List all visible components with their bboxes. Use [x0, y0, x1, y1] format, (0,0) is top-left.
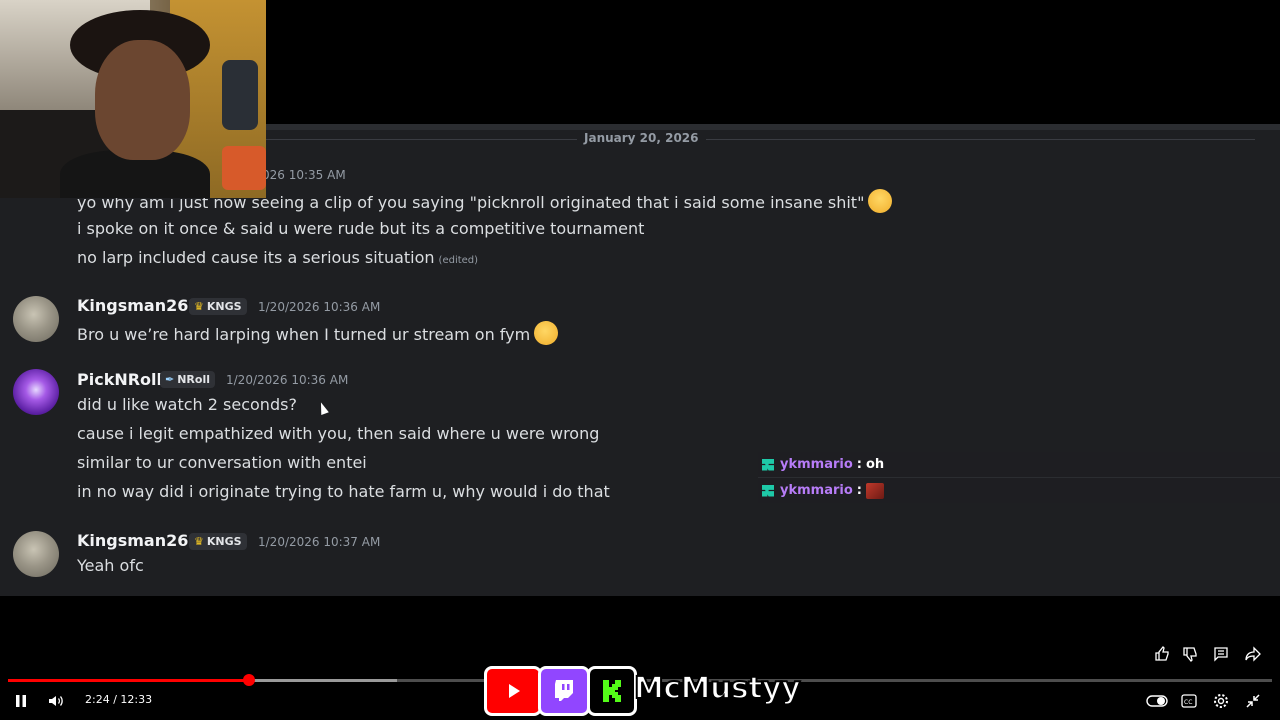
- youtube-icon: [509, 684, 520, 698]
- chat-badge-icon: [762, 484, 774, 497]
- thumbs-up-icon: [1155, 646, 1169, 661]
- date-divider-label: January 20, 2026: [577, 131, 706, 145]
- message-line: in no way did i originate trying to hate…: [77, 482, 610, 501]
- chat-emote-icon: [866, 482, 884, 499]
- webcam-overlay: [0, 0, 266, 198]
- toggle-icon: [1146, 695, 1168, 707]
- chat-username: ykmmario: [780, 457, 853, 472]
- message-line: Yeah ofc: [77, 556, 144, 575]
- edited-label: (edited): [438, 255, 479, 266]
- chat-text: oh: [866, 457, 885, 472]
- gear-icon: [1214, 694, 1228, 708]
- message-line: i spoke on it once & said u were rude bu…: [77, 219, 645, 238]
- dislike-button[interactable]: [1180, 644, 1200, 664]
- settings-button[interactable]: [1210, 691, 1232, 711]
- chat-username: ykmmario: [780, 483, 853, 498]
- date-divider-line: [260, 139, 1255, 140]
- chat-badge-icon: [762, 458, 774, 471]
- rofl-emoji-icon: [530, 317, 563, 349]
- message-text: Bro u we’re hard larping when I turned u…: [77, 325, 531, 344]
- author-name[interactable]: Kingsman265: [77, 296, 200, 315]
- message-line: no larp included cause its a serious sit…: [77, 248, 478, 267]
- message-timestamp: 1/20/2026 10:36 AM: [226, 373, 349, 387]
- chat-separator: :: [856, 483, 862, 498]
- stream-chat-overlay: ykmmario : oh ykmmario :: [758, 452, 1280, 503]
- pause-icon: [16, 695, 26, 707]
- clan-tag-label: KNGS: [206, 300, 242, 313]
- comments-button[interactable]: [1211, 644, 1231, 664]
- message-timestamp: 026 10:35 AM: [262, 168, 346, 182]
- clan-tag[interactable]: ♛ KNGS: [189, 298, 247, 315]
- crown-icon: ♛: [194, 300, 204, 313]
- volume-icon: [49, 696, 63, 706]
- channel-brand-name: McMustyy: [633, 670, 802, 707]
- share-icon: [1245, 646, 1261, 662]
- webcam-supplement-can: [222, 146, 266, 190]
- message-line: cause i legit empathized with you, then …: [77, 424, 600, 443]
- chat-message: ykmmario :: [758, 477, 1280, 503]
- avatar[interactable]: [13, 296, 59, 342]
- time-display: 2:24 / 12:33: [85, 693, 153, 706]
- clan-tag[interactable]: ✒ NRoll: [160, 371, 215, 388]
- crying-face-emoji-icon: [868, 189, 893, 213]
- pause-button[interactable]: [12, 691, 30, 711]
- author-name[interactable]: PickNRoll: [77, 370, 162, 389]
- chat-message: ykmmario : oh: [758, 452, 1280, 477]
- svg-text:CC: CC: [1184, 699, 1192, 706]
- message-line: did u like watch 2 seconds?: [77, 395, 297, 414]
- exit-fullscreen-button[interactable]: [1242, 691, 1264, 711]
- thumbs-down-icon: [1183, 647, 1197, 662]
- webcam-water-jug: [222, 60, 258, 130]
- like-button[interactable]: [1152, 644, 1172, 664]
- progress-scrubber-handle[interactable]: [243, 674, 256, 686]
- mute-button[interactable]: [46, 691, 66, 711]
- crown-icon: ♛: [194, 535, 204, 548]
- avatar[interactable]: [13, 531, 59, 577]
- share-button[interactable]: [1243, 644, 1263, 664]
- message-timestamp: 1/20/2026 10:36 AM: [258, 300, 381, 314]
- progress-played: [8, 679, 250, 682]
- webcam-streamer-face: [95, 40, 190, 160]
- kick-logo: [587, 666, 637, 716]
- avatar[interactable]: [13, 369, 59, 415]
- closed-captions-icon: CC: [1181, 694, 1197, 708]
- clan-tag[interactable]: ♛ KNGS: [189, 533, 247, 550]
- minimize-icon: [1246, 694, 1260, 708]
- chat-separator: :: [856, 457, 862, 472]
- message-timestamp: 1/20/2026 10:37 AM: [258, 535, 381, 549]
- comment-icon: [1214, 647, 1228, 662]
- message-line: similar to ur conversation with entei: [77, 453, 367, 472]
- twitch-logo: [538, 666, 590, 716]
- youtube-logo: [484, 666, 542, 716]
- message-line: Bro u we’re hard larping when I turned u…: [77, 317, 563, 349]
- kick-icon: [603, 680, 621, 702]
- syringe-icon: ✒: [165, 373, 175, 386]
- author-name[interactable]: Kingsman265: [77, 531, 200, 550]
- clan-tag-label: KNGS: [206, 535, 242, 548]
- captions-button[interactable]: CC: [1178, 691, 1200, 711]
- clan-tag-label: NRoll: [177, 373, 210, 386]
- message-text: no larp included cause its a serious sit…: [77, 248, 435, 267]
- autoplay-toggle[interactable]: [1145, 692, 1169, 710]
- twitch-icon: [555, 680, 573, 701]
